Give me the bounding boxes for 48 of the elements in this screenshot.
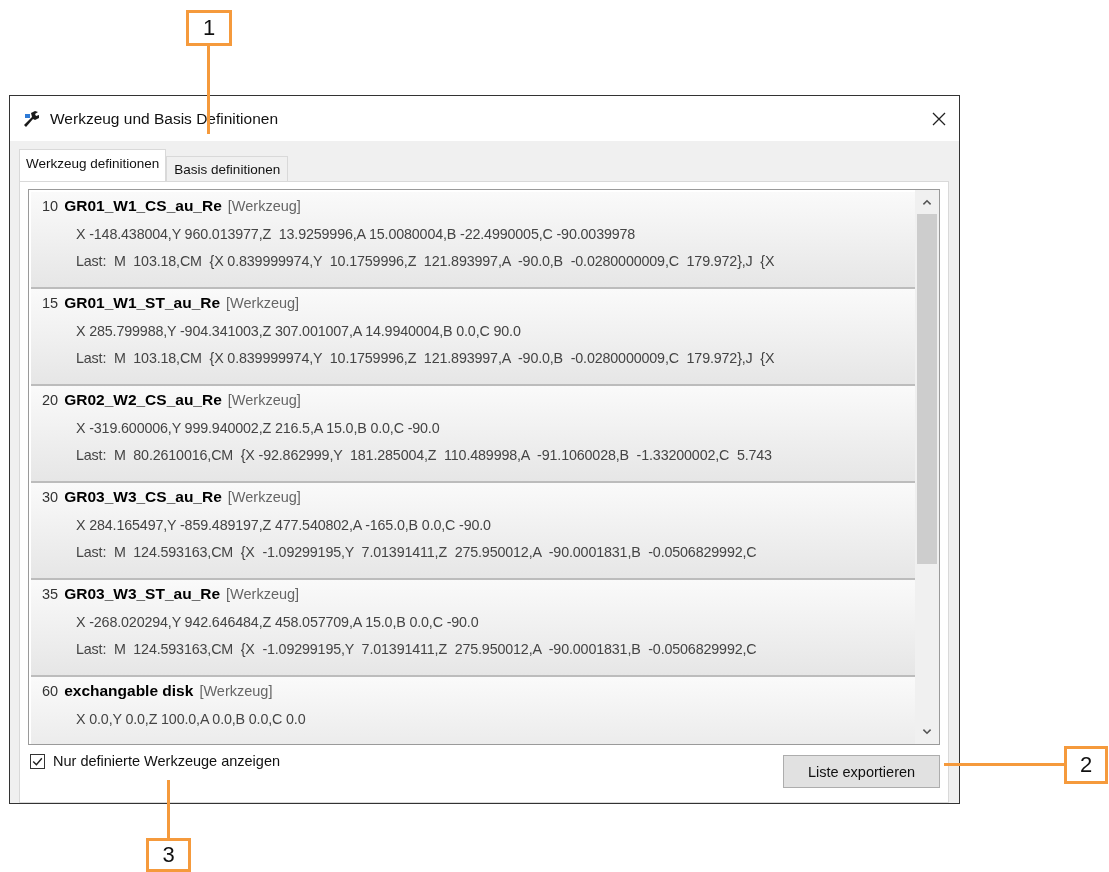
checkbox-label: Nur definierte Werkzeuge anzeigen — [53, 753, 281, 769]
list-item[interactable]: 35 GR03_W3_ST_au_Re [Werkzeug] X -268.020294,Y 942.646484,Z 458.057709,A 15.0,B 0.0,C -90.0 Last: M 124.593163,CM {X -1.09299195,Y 7.01391411,Z 275.950012,A -90.0001831,B -0.0506829992,C — [31, 580, 915, 677]
coordinates-text: X 284.165497,Y -859.489197,Z 477.540802,A -165.0,B 0.0,C -90.0 — [75, 517, 492, 535]
last-position-text: Last: M 80.2610016,CM {X -92.862999,Y 181.285004,Z 110.489998,A -91.1060028,B -1.33200002,C 5.743 — [75, 447, 773, 465]
export-button[interactable]: Liste exportieren — [783, 755, 940, 788]
list-item[interactable]: 60 exchangable disk [Werkzeug] X 0.0,Y 0.0,Z 100.0,A 0.0,B 0.0,C 0.0 — [31, 677, 915, 744]
close-icon[interactable] — [931, 110, 947, 127]
coordinates-text: X -148.438004,Y 960.013977,Z 13.9259996,A 15.0080004,B -22.4990005,C -90.0039978 — [75, 226, 637, 244]
list-item[interactable] — [31, 192, 915, 289]
item-type: [Werkzeug] — [226, 295, 300, 311]
coordinates-text: X 285.799988,Y -904.341003,Z 307.001007,A 14.9940004,B 0.0,C 90.0 — [75, 323, 522, 341]
item-type: [Werkzeug] — [227, 489, 301, 505]
item-name: GR01_W1_CS_au_Re — [64, 197, 222, 215]
item-name: GR03_W3_CS_au_Re — [64, 488, 222, 506]
item-number: 10 — [42, 198, 59, 214]
scrollbar-thumb[interactable] — [917, 214, 937, 564]
wrench-icon — [22, 108, 42, 129]
last-position-text: Last: M 124.593163,CM {X -1.09299195,Y 7.01391411,Z 275.950012,A -90.0001831,B -0.0506829992,C — [75, 641, 758, 659]
tab[interactable]: Basis definitionen — [166, 156, 289, 181]
last-position-text: Last: M 103.18,CM {X 0.839999974,Y 10.1759996,Z 121.893997,A -90.0,B -0.0280000009,C 179.972},J {X — [75, 253, 776, 271]
list-item[interactable]: 15 GR01_W1_ST_au_Re [Werkzeug] X 285.799988,Y -904.341003,Z 307.001007,A 14.9940004,B 0.0,C 90.0 Last: M 103.18,CM {X 0.839999974,Y 10.1759996,Z 121.893997,A -90.0,B -0.0280000009,C 179.972},J {X — [31, 289, 915, 386]
item-number: 20 — [42, 392, 59, 408]
item-type: [Werkzeug] — [226, 586, 300, 602]
callout-label: 3 — [146, 838, 191, 872]
last-position-text: Last: M 103.18,CM {X 0.839999974,Y 10.1759996,Z 121.893997,A -90.0,B -0.0280000009,C 179.972},J {X — [75, 350, 776, 368]
callout-label: 2 — [1064, 746, 1108, 784]
coordinates-text: X -268.020294,Y 942.646484,Z 458.057709,A 15.0,B 0.0,C -90.0 — [75, 614, 480, 632]
item-type: [Werkzeug] — [227, 198, 301, 214]
leader-line — [167, 780, 170, 838]
item-name: GR03_W3_ST_au_Re — [64, 585, 221, 603]
coordinates-text: X -319.600006,Y 999.940002,Z 216.5,A 15.0,B 0.0,C -90.0 — [75, 420, 441, 438]
scrollbar[interactable] — [915, 190, 939, 744]
item-name: exchangable disk — [64, 682, 194, 700]
item-number: 60 — [42, 683, 59, 699]
item-number: 35 — [42, 586, 59, 602]
checkbox[interactable] — [30, 753, 45, 769]
item-type: [Werkzeug] — [199, 683, 273, 699]
coordinates-text: X 0.0,Y 0.0,Z 100.0,A 0.0,B 0.0,C 0.0 — [75, 711, 307, 729]
list-item[interactable]: 20 GR02_W2_CS_au_Re [Werkzeug] X -319.600006,Y 999.940002,Z 216.5,A 15.0,B 0.0,C -90.0 Last: M 80.2610016,CM {X -92.862999,Y 181.285004,Z 110.489998,A -91.1060028,B -1.33200002,C 5.743 — [31, 386, 915, 483]
list-item[interactable]: 30 GR03_W3_CS_au_Re [Werkzeug] X 284.165497,Y -859.489197,Z 477.540802,A -165.0,B 0.0,C -90.0 Last: M 124.593163,CM {X -1.09299195,Y 7.01391411,Z 275.950012,A -90.0001831,B -0.0506829992,C — [31, 483, 915, 580]
tab[interactable]: Werkzeug definitionen — [19, 149, 167, 181]
item-number: 30 — [42, 489, 59, 505]
item-name: GR01_W1_ST_au_Re — [64, 294, 221, 312]
callout-label: 1 — [186, 10, 232, 46]
item-type: [Werkzeug] — [227, 392, 301, 408]
last-position-text: Last: M 124.593163,CM {X -1.09299195,Y 7.01391411,Z 275.950012,A -90.0001831,B -0.0506829992,C — [75, 544, 758, 562]
item-name: GR02_W2_CS_au_Re — [64, 391, 222, 409]
item-number: 15 — [42, 295, 59, 311]
